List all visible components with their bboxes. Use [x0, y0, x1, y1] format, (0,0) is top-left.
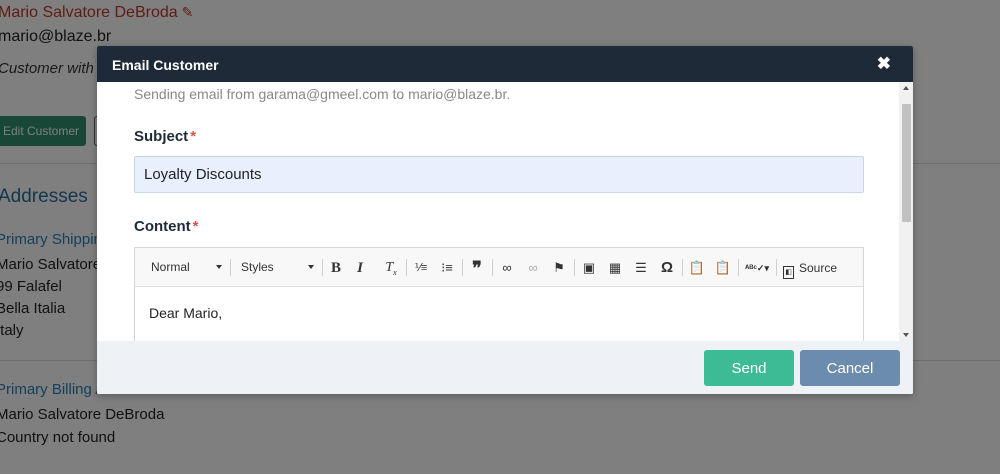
italic-icon[interactable]: I: [350, 258, 370, 278]
bold-icon[interactable]: B: [326, 258, 346, 278]
sending-note: Sending email from garama@gmeel.com to m…: [134, 86, 511, 102]
blockquote-icon[interactable]: ❞: [467, 258, 487, 278]
chevron-down-icon: [308, 265, 314, 269]
chevron-down-icon: [216, 265, 222, 269]
modal-scrollbar[interactable]: [899, 82, 913, 341]
scroll-up-icon[interactable]: [903, 86, 909, 90]
subject-input[interactable]: [134, 156, 864, 193]
toolbar-separator: [776, 259, 777, 276]
anchor-icon[interactable]: ⚑: [549, 258, 569, 278]
toolbar-separator: [230, 259, 231, 276]
modal-body: Sending email from garama@gmeel.com to m…: [97, 82, 913, 341]
subject-label: Subject *: [134, 128, 196, 145]
format-dropdown[interactable]: Normal: [146, 256, 226, 278]
source-button[interactable]: ◧ Source: [783, 258, 838, 279]
spellcheck-icon[interactable]: ᴬᴮᶜ✓▾: [743, 258, 771, 278]
send-button[interactable]: Send: [704, 350, 794, 386]
toolbar-separator: [322, 259, 323, 276]
bulleted-list-icon[interactable]: ⁝≡: [437, 258, 457, 278]
modal-title: Email Customer: [112, 57, 219, 73]
content-label: Content *: [134, 218, 199, 235]
styles-dropdown[interactable]: Styles: [236, 256, 318, 278]
toolbar-separator: [682, 259, 683, 276]
toolbar-separator: [738, 259, 739, 276]
toolbar-separator: [462, 259, 463, 276]
unlink-icon[interactable]: ∞: [523, 258, 543, 278]
close-icon[interactable]: ✖: [877, 55, 891, 73]
content-label-text: Content: [134, 218, 191, 235]
link-icon[interactable]: ∞: [497, 258, 517, 278]
editor-content[interactable]: Dear Mario,: [149, 305, 222, 321]
horizontal-line-icon[interactable]: ☰: [631, 258, 651, 278]
table-icon[interactable]: ▦: [605, 258, 625, 278]
source-icon: ◧: [783, 266, 794, 279]
styles-dropdown-value: Styles: [241, 260, 274, 274]
paste-word-icon[interactable]: 📋: [713, 258, 733, 278]
modal-footer: Send Cancel: [97, 341, 913, 394]
scrollbar-thumb[interactable]: [902, 104, 911, 222]
cancel-button[interactable]: Cancel: [800, 350, 900, 386]
required-marker: *: [192, 218, 199, 235]
source-label: Source: [799, 261, 838, 275]
special-char-icon[interactable]: Ω: [657, 258, 677, 278]
toolbar-separator: [406, 259, 407, 276]
required-marker: *: [190, 128, 197, 145]
email-customer-modal: Email Customer ✖ Sending email from gara…: [97, 46, 913, 394]
scroll-down-icon[interactable]: [903, 333, 909, 337]
rich-text-editor: Normal Styles B I Tx ⅟≡ ⁝≡ ❞ ∞ ∞ ⚑ ▣ ▦ ☰…: [134, 247, 864, 341]
numbered-list-icon[interactable]: ⅟≡: [411, 258, 431, 278]
format-dropdown-value: Normal: [151, 260, 190, 274]
toolbar-separator: [574, 259, 575, 276]
editor-toolbar: Normal Styles B I Tx ⅟≡ ⁝≡ ❞ ∞ ∞ ⚑ ▣ ▦ ☰…: [135, 248, 863, 287]
paste-text-icon[interactable]: 📋: [687, 258, 707, 278]
toolbar-separator: [492, 259, 493, 276]
subject-label-text: Subject: [134, 128, 189, 145]
image-icon[interactable]: ▣: [579, 258, 599, 278]
modal-header: Email Customer ✖: [97, 46, 913, 82]
remove-format-icon[interactable]: Tx: [381, 258, 401, 278]
